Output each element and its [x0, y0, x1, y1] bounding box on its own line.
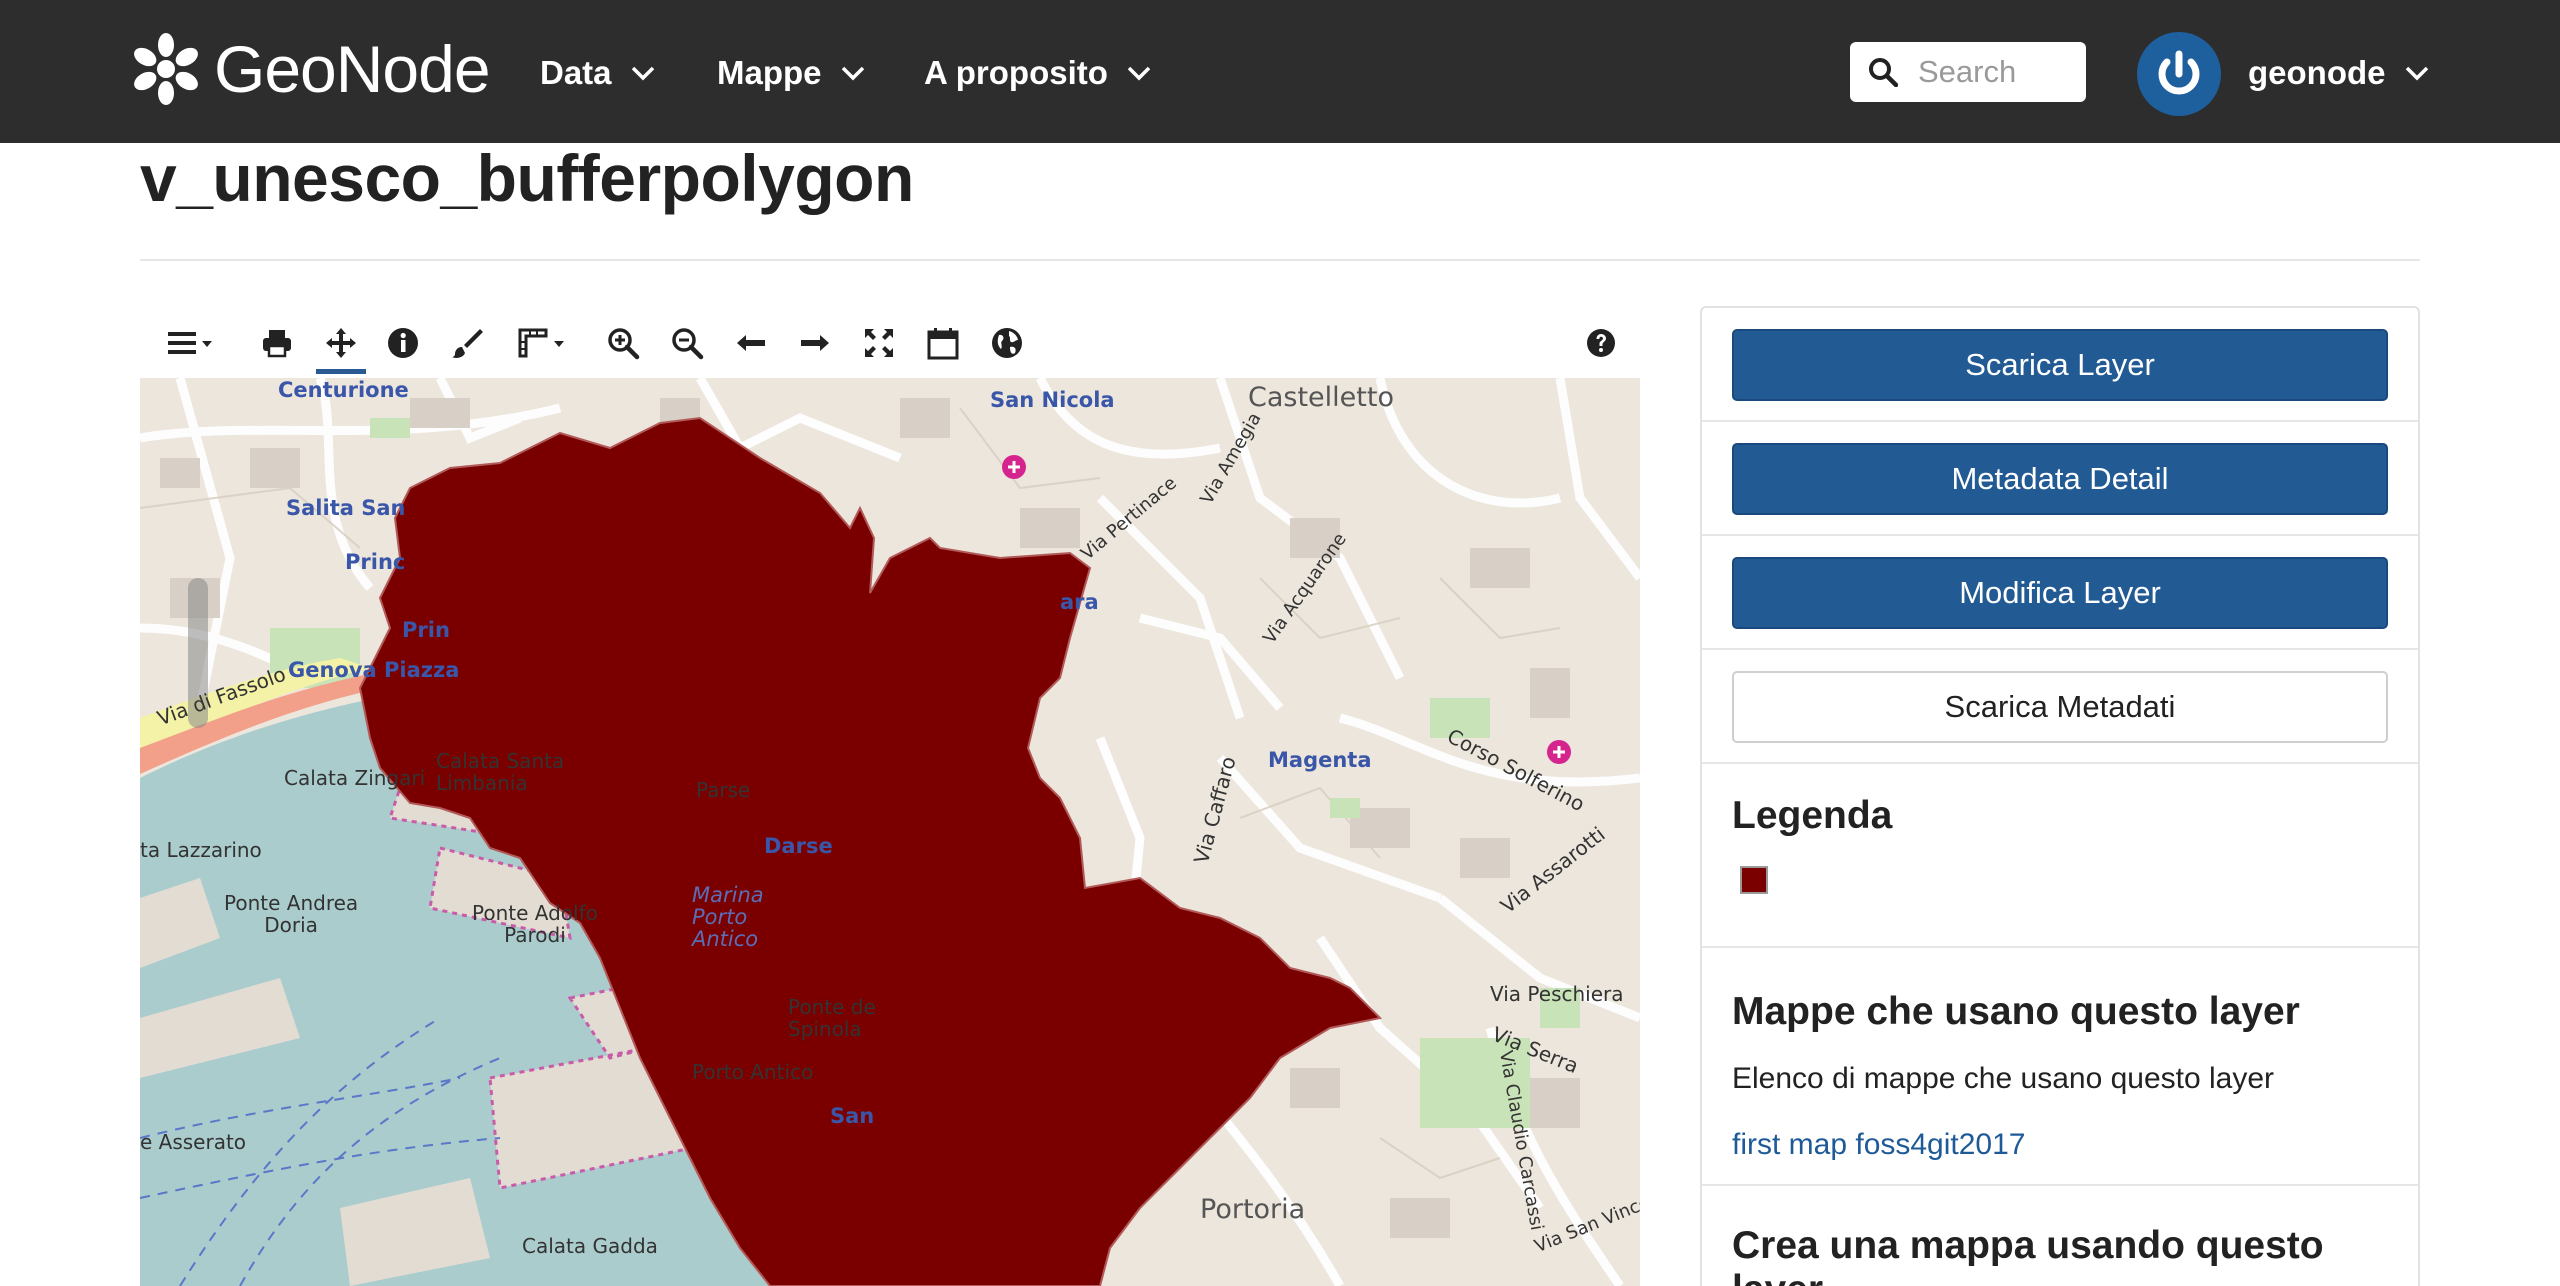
download-layer-section: Scarica Layer [1702, 308, 2418, 422]
info-icon [388, 328, 418, 358]
search-input[interactable] [1918, 54, 2068, 90]
layers-menu-button[interactable] [154, 312, 224, 374]
map-label: e Asserato [140, 1130, 247, 1154]
legend-title: Legenda [1732, 794, 1893, 837]
download-metadata-section: Scarica Metadati [1702, 650, 2418, 764]
arrow-left-icon [737, 335, 765, 351]
download-layer-button[interactable]: Scarica Layer [1732, 329, 2388, 401]
legend-color-swatch [1740, 866, 1768, 894]
ruler-icon [518, 328, 564, 358]
zoom-previous-button[interactable] [726, 312, 776, 374]
user-avatar[interactable] [2137, 32, 2221, 116]
style-button[interactable] [442, 312, 492, 374]
map-label: ta Lazzarino [140, 838, 262, 862]
page-title: v_unesco_bufferpolygon [140, 141, 914, 215]
layer-sidebar: Scarica Layer Metadata Detail Modifica L… [1700, 306, 2420, 1286]
zoom-next-button[interactable] [790, 312, 840, 374]
brand-name: GeoNode [214, 32, 491, 106]
chevron-down-icon [841, 66, 864, 81]
nav-menu-label: A proposito [924, 54, 1108, 91]
map-label: Porto Antico [692, 1060, 814, 1084]
map-label: San Nicola [990, 388, 1115, 412]
download-metadata-button[interactable]: Scarica Metadati [1732, 671, 2388, 743]
chevron-down-icon [1127, 66, 1151, 81]
map-link[interactable]: first map foss4git2017 [1732, 1128, 2025, 1162]
edit-layer-button[interactable]: Modifica Layer [1732, 557, 2388, 629]
printer-icon [263, 330, 291, 358]
nav-menu-data[interactable]: Data [540, 48, 656, 98]
question-circle-icon [1587, 329, 1615, 357]
maps-using-layer-section: Mappe che usano questo layer Elenco di m… [1702, 948, 2418, 1186]
map-label: Calata Zingari [284, 766, 426, 790]
zoom-in-icon [608, 328, 640, 360]
hamburger-icon [168, 332, 212, 354]
map-label: Via Peschiera [1490, 982, 1624, 1006]
search-box [1850, 42, 2086, 102]
calendar-icon [927, 328, 959, 360]
map-label: Centurione [278, 378, 409, 402]
map-toolbar [140, 312, 1640, 378]
map-label: ara [1060, 590, 1099, 614]
nav-menu-label: Data [540, 54, 612, 91]
edit-layer-section: Modifica Layer [1702, 536, 2418, 650]
geonode-flower-icon [134, 33, 198, 105]
maps-using-layer-title: Mappe che usano questo layer [1732, 990, 2300, 1033]
zoom-in-button[interactable] [598, 312, 648, 374]
title-divider [140, 259, 2420, 261]
chevron-down-icon [2405, 66, 2428, 81]
user-name-label: geonode [2248, 54, 2386, 91]
map-label: Salita San [286, 496, 406, 520]
chevron-down-icon [631, 66, 654, 81]
nav-menu-a-proposito[interactable]: A proposito [924, 48, 1152, 98]
map-label: Calata Santa Limbania [436, 749, 565, 795]
zoom-out-icon [672, 328, 704, 360]
pan-tool-button[interactable] [316, 312, 366, 374]
power-avatar-icon [2148, 43, 2210, 105]
maps-using-layer-subtitle: Elenco di mappe che usano questo layer [1732, 1062, 2275, 1095]
map-label: Calata Gadda [522, 1234, 658, 1258]
print-button[interactable] [252, 312, 302, 374]
map-label: Ponte Adolfo Parodi [472, 901, 598, 947]
geonode-logo[interactable]: GeoNode [126, 24, 491, 114]
map-label: Darse [764, 834, 833, 858]
globe-icon [992, 328, 1022, 358]
map-label: Portoria [1200, 1194, 1306, 1225]
background-layer-button[interactable] [982, 312, 1032, 374]
metadata-detail-button[interactable]: Metadata Detail [1732, 443, 2388, 515]
map-label: Prin [402, 618, 450, 642]
create-map-title: Crea una mappa usando questo layer [1732, 1224, 2324, 1286]
fullscreen-button[interactable] [854, 312, 904, 374]
map-label: Ponte Andrea Doria [224, 891, 359, 937]
legend-section: Legenda [1702, 764, 2418, 948]
top-navbar: GeoNode Data Mappe A proposito geonode [0, 0, 2560, 143]
identify-button[interactable] [378, 312, 428, 374]
nav-menu-label: Mappe [717, 54, 822, 91]
map-label: Magenta [1268, 748, 1372, 772]
arrow-right-icon [801, 335, 829, 351]
map-viewer[interactable]: Centurione San Nicola Castelletto Salita… [140, 378, 1640, 1286]
map-label: Ponte de Spinola [788, 995, 876, 1041]
map-label: Marina Porto Antico [692, 883, 764, 952]
measure-tool-button[interactable] [506, 312, 576, 374]
map-label: San [830, 1104, 875, 1128]
paintbrush-icon [452, 329, 483, 358]
move-arrows-icon [326, 328, 356, 358]
metadata-detail-section: Metadata Detail [1702, 422, 2418, 536]
expand-icon [865, 329, 893, 357]
map-label: Castelletto [1248, 382, 1394, 413]
map-label: Parse [696, 778, 751, 802]
help-button[interactable] [1576, 312, 1626, 374]
user-menu[interactable]: geonode [2248, 48, 2430, 98]
zoom-out-button[interactable] [662, 312, 712, 374]
create-map-section: Crea una mappa usando questo layer [1702, 1186, 2418, 1286]
nav-menu-mappe[interactable]: Mappe [717, 48, 866, 98]
map-label: Genova Piazza [288, 658, 460, 682]
timeline-button[interactable] [918, 312, 968, 374]
search-icon[interactable] [1868, 57, 1898, 87]
map-label: Princ [345, 550, 406, 574]
